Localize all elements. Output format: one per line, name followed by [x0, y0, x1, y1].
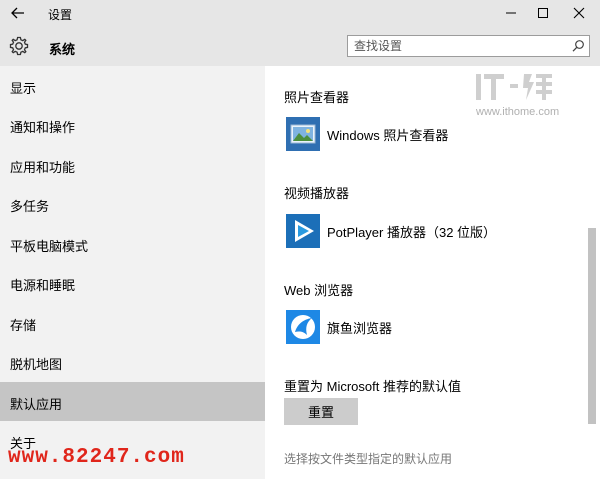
- web-browser-heading: Web 浏览器: [284, 283, 354, 298]
- sidebar-item-storage[interactable]: 存储: [0, 303, 265, 342]
- header-bar: 系统: [0, 26, 600, 66]
- potplayer-icon: [286, 214, 320, 248]
- sidebar-item-label: 存储: [10, 318, 37, 333]
- photo-viewer-heading: 照片查看器: [284, 90, 350, 105]
- maximize-icon: [538, 8, 548, 18]
- search-icon[interactable]: [571, 39, 585, 53]
- choose-by-file-type-link[interactable]: 选择按文件类型指定的默认应用: [284, 450, 452, 467]
- title-bar: 设置: [0, 0, 600, 26]
- sidebar-item-display[interactable]: 显示: [0, 66, 265, 105]
- qiyu-browser-name: 旗鱼浏览器: [327, 321, 393, 336]
- sidebar-item-notifications[interactable]: 通知和操作: [0, 105, 265, 144]
- photo-viewer-app[interactable]: Windows 照片查看器: [284, 117, 564, 153]
- settings-window: 设置 系统 查找设置 显示 通知和操作 应用和功能 多任务 平板电脑模式 电源和…: [0, 0, 600, 479]
- sidebar-item-label: 多任务: [10, 199, 50, 214]
- sidebar-item-label: 电源和睡眠: [10, 278, 76, 293]
- sidebar: 显示 通知和操作 应用和功能 多任务 平板电脑模式 电源和睡眠 存储 脱机地图 …: [0, 66, 265, 479]
- qiyu-browser-icon: [286, 310, 320, 344]
- sidebar-item-label: 默认应用: [10, 397, 63, 412]
- video-player-heading: 视频播放器: [284, 186, 350, 201]
- window-title: 设置: [48, 8, 73, 22]
- sidebar-item-label: 显示: [10, 81, 37, 96]
- photo-viewer-icon: [286, 117, 320, 151]
- photo-viewer-name: Windows 照片查看器: [327, 128, 449, 143]
- sidebar-item-apps-features[interactable]: 应用和功能: [0, 145, 265, 184]
- site-watermark: www.82247.com: [8, 446, 185, 469]
- search-input[interactable]: [348, 36, 568, 56]
- reset-button[interactable]: 重置: [284, 398, 358, 425]
- sidebar-item-label: 应用和功能: [10, 160, 76, 175]
- maximize-button[interactable]: [527, 0, 559, 26]
- sidebar-item-default-apps[interactable]: 默认应用: [0, 382, 265, 421]
- main-content: 照片查看器 Windows 照片查看器 视频播放器 PotPlayer 播放器（…: [265, 66, 600, 479]
- page-title: 系统: [49, 42, 76, 57]
- video-player-app[interactable]: PotPlayer 播放器（32 位版）: [284, 214, 564, 250]
- sidebar-item-power-sleep[interactable]: 电源和睡眠: [0, 263, 265, 302]
- sidebar-item-label: 脱机地图: [10, 357, 63, 372]
- scrollbar-thumb[interactable]: [588, 228, 596, 424]
- sidebar-item-label: 通知和操作: [10, 120, 76, 135]
- back-arrow-icon: [11, 7, 24, 19]
- minimize-icon: [506, 12, 516, 14]
- close-button[interactable]: [563, 0, 595, 26]
- close-icon: [573, 7, 585, 19]
- search-box[interactable]: [347, 35, 590, 57]
- sidebar-item-tablet-mode[interactable]: 平板电脑模式: [0, 224, 265, 263]
- reset-heading: 重置为 Microsoft 推荐的默认值: [284, 379, 461, 394]
- gear-icon: [9, 36, 29, 56]
- sidebar-item-multitasking[interactable]: 多任务: [0, 184, 265, 223]
- ithome-logo: [476, 74, 552, 100]
- sidebar-item-offline-maps[interactable]: 脱机地图: [0, 342, 265, 381]
- back-button[interactable]: [8, 3, 28, 23]
- sidebar-item-label: 平板电脑模式: [10, 239, 89, 254]
- web-browser-app[interactable]: 旗鱼浏览器: [284, 310, 564, 346]
- minimize-button[interactable]: [495, 0, 527, 26]
- ithome-url-watermark: www.ithome.com: [476, 106, 560, 118]
- potplayer-name: PotPlayer 播放器（32 位版）: [327, 225, 497, 240]
